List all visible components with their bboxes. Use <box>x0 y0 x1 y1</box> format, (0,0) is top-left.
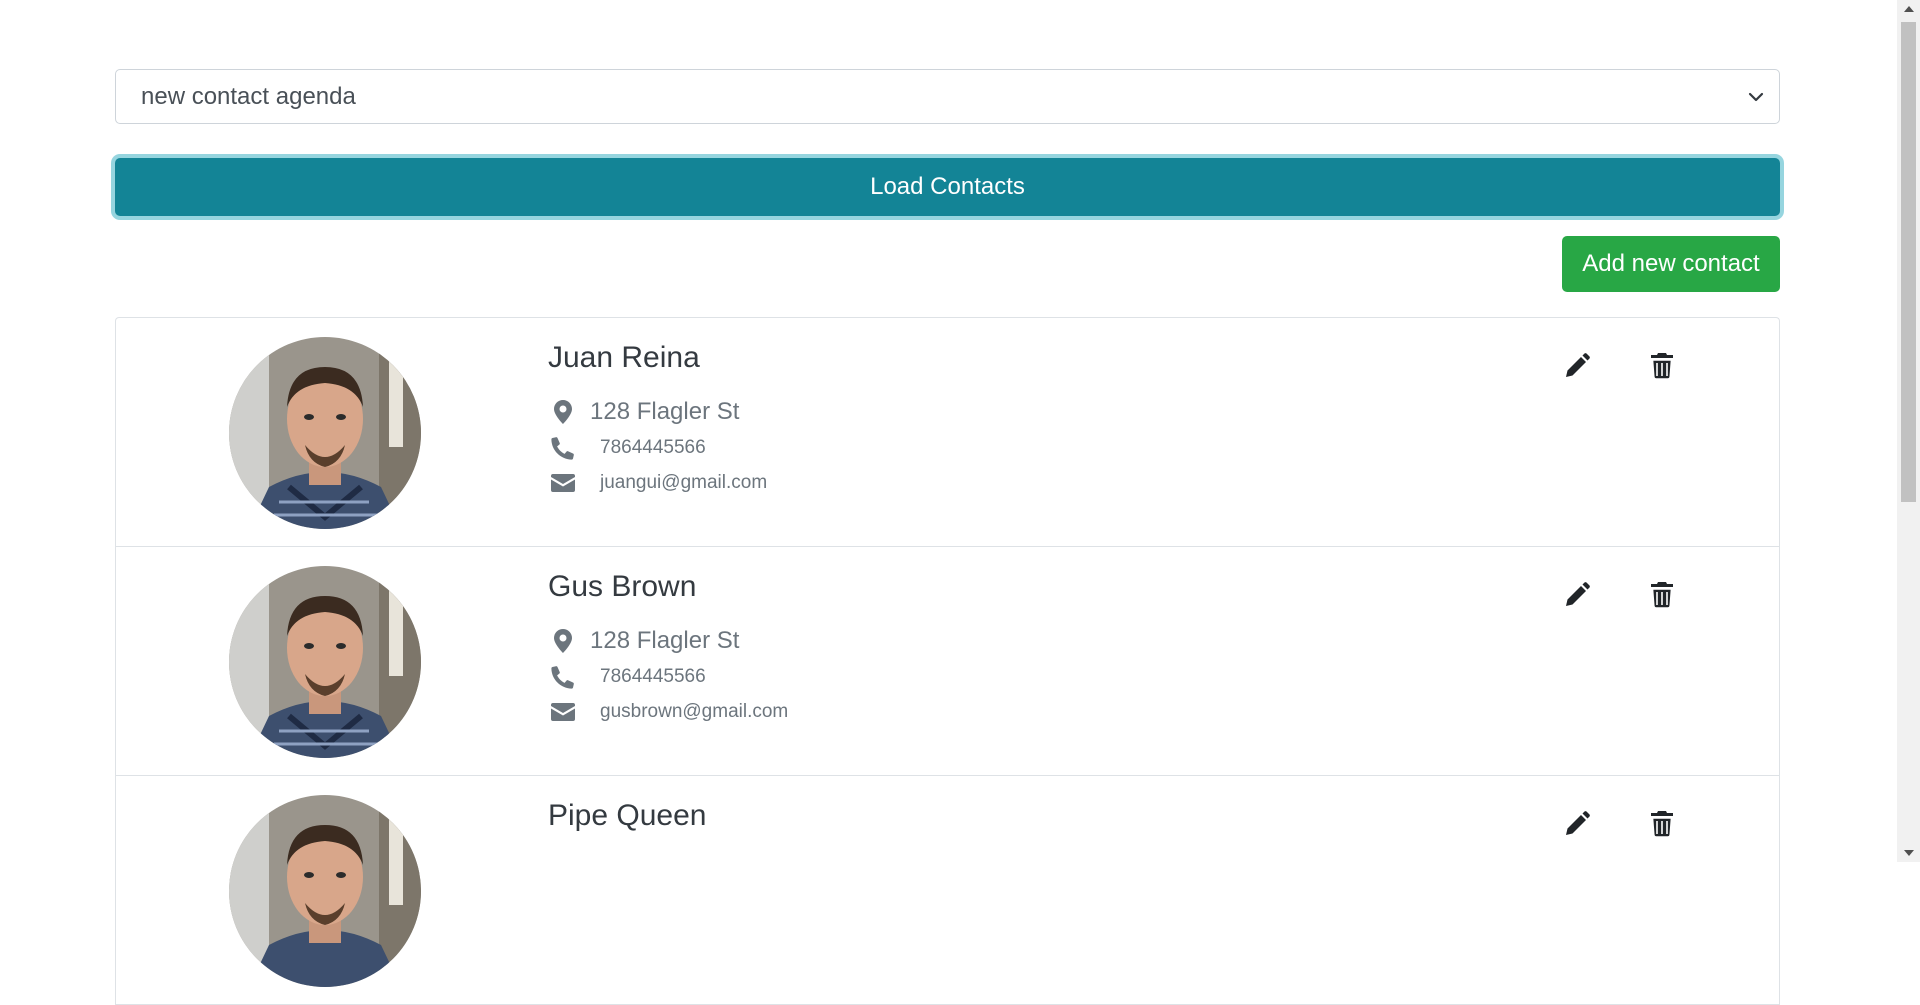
main-container: new contact agenda Load Contacts Add new… <box>115 69 1780 1005</box>
envelope-icon <box>548 703 578 721</box>
trash-icon <box>1651 581 1673 613</box>
avatar <box>229 795 421 987</box>
add-contact-button[interactable]: Add new contact <box>1562 236 1780 292</box>
contact-phone-row: 7864445566 <box>548 436 706 460</box>
edit-contact-button[interactable] <box>1557 806 1597 846</box>
contact-phone: 7864445566 <box>600 437 706 458</box>
contact-phone: 7864445566 <box>600 666 706 687</box>
contact-address-row: 128 Flagler St <box>548 627 739 655</box>
scroll-down-arrow-icon[interactable] <box>1897 844 1920 862</box>
scroll-up-arrow-icon[interactable] <box>1897 0 1920 18</box>
contact-name: Gus Brown <box>548 570 697 603</box>
load-contacts-button[interactable]: Load Contacts <box>115 158 1780 216</box>
contact-name: Juan Reina <box>548 341 700 374</box>
contact-email: juangui@gmail.com <box>600 472 768 493</box>
contact-phone-row: 7864445566 <box>548 665 706 689</box>
trash-icon <box>1651 352 1673 384</box>
delete-contact-button[interactable] <box>1642 577 1682 617</box>
contact-item: Juan Reina 128 Flagler St 7864445566 jua… <box>116 318 1779 547</box>
contact-email-row: juangui@gmail.com <box>548 472 767 494</box>
delete-contact-button[interactable] <box>1642 348 1682 388</box>
avatar <box>229 337 421 529</box>
toolbar: Add new contact <box>115 236 1780 292</box>
contact-list: Juan Reina 128 Flagler St 7864445566 jua… <box>115 317 1780 1005</box>
envelope-icon <box>548 474 578 492</box>
delete-contact-button[interactable] <box>1642 806 1682 846</box>
chevron-down-icon <box>1747 88 1765 106</box>
pencil-icon <box>1564 581 1590 613</box>
contact-email: gusbrown@gmail.com <box>600 701 789 722</box>
edit-contact-button[interactable] <box>1557 577 1597 617</box>
contact-name: Pipe Queen <box>548 799 707 832</box>
pencil-icon <box>1564 352 1590 384</box>
agenda-select[interactable]: new contact agenda <box>115 69 1780 124</box>
contact-email-row: gusbrown@gmail.com <box>548 701 788 723</box>
pencil-icon <box>1564 810 1590 842</box>
contact-item: Gus Brown 128 Flagler St 7864445566 gusb… <box>116 547 1779 776</box>
vertical-scrollbar[interactable] <box>1897 0 1920 862</box>
contact-item: Pipe Queen <box>116 776 1779 1005</box>
map-marker-icon <box>548 629 578 653</box>
contact-address: 128 Flagler St <box>590 398 740 425</box>
phone-icon <box>548 436 578 460</box>
edit-contact-button[interactable] <box>1557 348 1597 388</box>
map-marker-icon <box>548 400 578 424</box>
agenda-select-value: new contact agenda <box>141 82 356 110</box>
phone-icon <box>548 665 578 689</box>
contact-address-row: 128 Flagler St <box>548 398 739 426</box>
avatar <box>229 566 421 758</box>
trash-icon <box>1651 810 1673 842</box>
contact-address: 128 Flagler St <box>590 627 740 654</box>
scrollbar-thumb[interactable] <box>1901 22 1916 502</box>
